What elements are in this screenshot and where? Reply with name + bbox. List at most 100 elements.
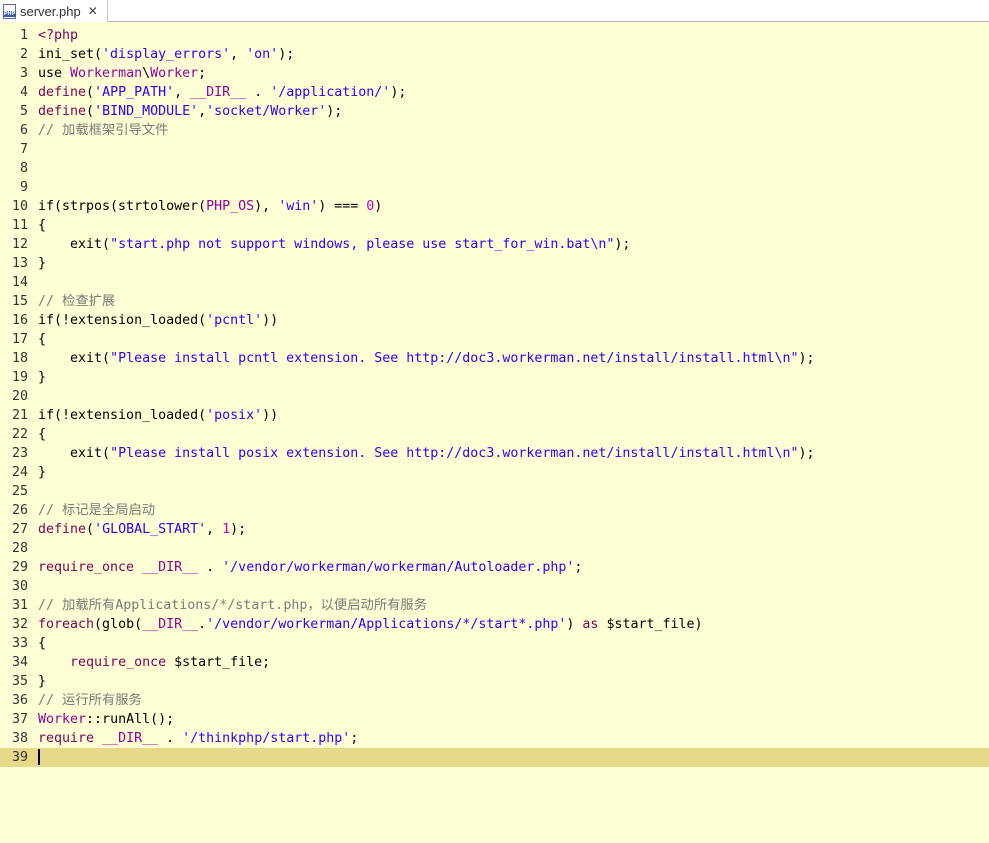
code-text: define('BIND_MODULE','socket/Worker'); — [38, 102, 342, 121]
code-line[interactable]: 35} — [0, 672, 989, 691]
code-token: define — [38, 85, 87, 100]
code-line[interactable]: 27 define('GLOBAL_START', 1); — [0, 520, 989, 539]
line-number: 35 — [11, 674, 28, 689]
code-line[interactable]: 13} — [0, 254, 989, 273]
code-line[interactable]: 10 if(strpos(strtolower(PHP_OS), 'win') =… — [0, 197, 989, 216]
code-line[interactable]: 7 — [0, 140, 989, 159]
code-text: define('APP_PATH', __DIR__ . '/applicati… — [38, 83, 406, 102]
code-line[interactable]: 18 exit("Please install pcntl extension.… — [0, 349, 989, 368]
line-number: 14 — [11, 275, 28, 290]
code-line[interactable]: 19} — [0, 368, 989, 387]
code-text: } — [38, 672, 46, 691]
code-text: } — [38, 368, 46, 387]
code-text: // 标记是全局启动 — [38, 501, 155, 520]
editor-tab-bar: PHP server.php ✕ — [0, 0, 989, 22]
code-token: (glob( — [94, 617, 143, 632]
code-token: ; — [574, 560, 583, 575]
code-line[interactable]: 33 { — [0, 634, 989, 653]
code-line[interactable]: 23 exit("Please install posix extension.… — [0, 444, 989, 463]
code-line[interactable]: 14 — [0, 273, 989, 292]
code-token: ); — [326, 104, 343, 119]
code-line[interactable]: 25 — [0, 482, 989, 501]
code-line[interactable]: 34 require_once $start_file; — [0, 653, 989, 672]
code-token: } — [38, 674, 47, 689]
code-token: . — [246, 85, 271, 100]
php-file-icon: PHP — [3, 3, 16, 19]
code-line[interactable]: 29 require_once __DIR__ . '/vendor/worker… — [0, 558, 989, 577]
code-line[interactable]: 36 // 运行所有服务 — [0, 691, 989, 710]
code-line[interactable]: 1 <?php — [0, 26, 989, 45]
code-line[interactable]: 37 Worker::runAll(); — [0, 710, 989, 729]
code-token: . — [158, 731, 183, 746]
code-line[interactable]: 8 — [0, 159, 989, 178]
code-line[interactable]: 20 — [0, 387, 989, 406]
code-text: define('GLOBAL_START', 1); — [38, 520, 246, 539]
code-line[interactable]: 9 — [0, 178, 989, 197]
code-line[interactable]: 22 { — [0, 425, 989, 444]
code-text: foreach(glob(__DIR__.'/vendor/workerman/… — [38, 615, 703, 634]
code-line[interactable]: 2 ini_set('display_errors', 'on'); — [0, 45, 989, 64]
code-line[interactable]: 4 define('APP_PATH', __DIR__ . '/applicat… — [0, 83, 989, 102]
code-token: exit( — [38, 351, 111, 366]
code-line[interactable]: 5 define('BIND_MODULE','socket/Worker'); — [0, 102, 989, 121]
code-token: // 检查扩展 — [38, 294, 116, 309]
close-tab-icon[interactable]: ✕ — [88, 5, 98, 17]
line-number: 27 — [11, 522, 28, 537]
code-text — [38, 748, 40, 767]
code-line[interactable]: 17 { — [0, 330, 989, 349]
code-line[interactable]: 31 // 加载所有Applications/*/start.php，以便启动所有… — [0, 596, 989, 615]
code-line[interactable]: 32 foreach(glob(__DIR__.'/vendor/workerma… — [0, 615, 989, 634]
code-token: 'pcntl' — [206, 313, 263, 328]
line-number: 25 — [11, 484, 28, 499]
code-token: { — [38, 636, 47, 651]
tab-server-php[interactable]: PHP server.php ✕ — [0, 0, 108, 22]
code-token: '/application/' — [270, 85, 391, 100]
code-line[interactable]: 28 — [0, 539, 989, 558]
code-line[interactable]: 15 // 检查扩展 — [0, 292, 989, 311]
code-token: , — [206, 522, 223, 537]
code-text: exit("Please install posix extension. Se… — [38, 444, 815, 463]
line-number: 18 — [11, 351, 28, 366]
line-number: 8 — [19, 161, 28, 176]
code-token: { — [38, 427, 47, 442]
code-text: if(!extension_loaded('pcntl')) — [38, 311, 278, 330]
line-number: 33 — [11, 636, 28, 651]
code-token: 'socket/Worker' — [206, 104, 327, 119]
code-text: require_once $start_file; — [38, 653, 270, 672]
code-token: ), — [254, 199, 279, 214]
code-line[interactable]: 11 { — [0, 216, 989, 235]
code-line[interactable]: 30 — [0, 577, 989, 596]
code-token: ); — [798, 351, 815, 366]
code-token: // 运行所有服务 — [38, 693, 142, 708]
code-text: { — [38, 330, 46, 349]
code-text: use Workerman\Worker; — [38, 64, 206, 83]
code-token: define — [38, 522, 87, 537]
code-token: __DIR__ — [190, 85, 247, 100]
code-token: . — [198, 560, 223, 575]
code-line[interactable]: 24} — [0, 463, 989, 482]
code-line[interactable]: 21 if(!extension_loaded('posix')) — [0, 406, 989, 425]
code-line[interactable]: 39 — [0, 748, 989, 767]
code-token: )) — [262, 408, 279, 423]
code-line[interactable]: 38 require __DIR__ . '/thinkphp/start.php… — [0, 729, 989, 748]
code-token: define — [38, 104, 87, 119]
code-text: // 加载框架引导文件 — [38, 121, 168, 140]
code-line[interactable]: 16 if(!extension_loaded('pcntl')) — [0, 311, 989, 330]
code-token: require — [38, 731, 95, 746]
code-text: // 检查扩展 — [38, 292, 115, 311]
code-line[interactable]: 12 exit("start.php not support windows, … — [0, 235, 989, 254]
code-token: 'BIND_MODULE' — [94, 104, 199, 119]
code-token: 'display_errors' — [102, 47, 231, 62]
code-token: ; — [198, 66, 207, 81]
code-token: __DIR__ — [142, 617, 199, 632]
code-text: { — [38, 425, 46, 444]
code-token: ini_set( — [38, 47, 103, 62]
code-text: // 运行所有服务 — [38, 691, 142, 710]
code-text: } — [38, 463, 46, 482]
code-line[interactable]: 3 use Workerman\Worker; — [0, 64, 989, 83]
code-line[interactable]: 6 // 加载框架引导文件 — [0, 121, 989, 140]
code-token: ); — [614, 237, 631, 252]
line-number: 29 — [11, 560, 28, 575]
code-editor[interactable]: 1 <?php 2 ini_set('display_errors', 'on'); 3… — [0, 24, 989, 843]
code-line[interactable]: 26 // 标记是全局启动 — [0, 501, 989, 520]
